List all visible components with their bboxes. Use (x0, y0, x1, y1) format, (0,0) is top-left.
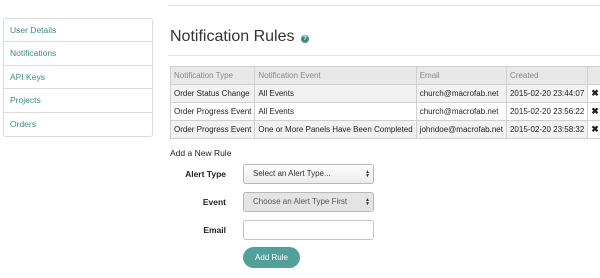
select-arrows-icon: ▲ ▼ (365, 169, 370, 179)
top-divider (168, 5, 600, 6)
help-icon[interactable]: ? (300, 35, 309, 43)
cell-email: church@macrofab.net (415, 102, 507, 121)
cell-notification-type: Order Progress Event (169, 120, 256, 139)
sidebar-item-user-details[interactable]: User Details (4, 19, 152, 43)
sidebar-item-api-keys[interactable]: API Keys (4, 66, 152, 90)
event-label: Event (202, 197, 226, 207)
cell-notification-event: One or More Panels Have Been Completed (254, 120, 417, 139)
notification-rules-table: Notification Type Notification Event Ema… (169, 66, 600, 139)
cell-notification-type: Order Status Change (169, 84, 256, 103)
cell-created: 2015-02-20 23:56:22 (505, 102, 589, 121)
table-row: Order Status Change All Events church@ma… (169, 84, 600, 103)
add-rule-button[interactable]: Add Rule (243, 247, 300, 268)
delete-icon[interactable]: ✖ (591, 124, 599, 134)
page-title-text: Notification Rules (170, 28, 295, 45)
delete-icon[interactable]: ✖ (591, 88, 599, 98)
cell-notification-event: All Events (254, 84, 417, 103)
column-header-email: Email (415, 66, 507, 85)
sidebar: User Details Notifications API Keys Proj… (3, 18, 153, 137)
table-header-row: Notification Type Notification Event Ema… (169, 66, 600, 85)
event-select-value: Choose an Alert Type First (253, 197, 348, 206)
cell-email: johndoe@macrofab.net (415, 120, 507, 139)
cell-delete: ✖ (587, 120, 600, 139)
event-select[interactable]: Choose an Alert Type First ▲ ▼ (243, 192, 374, 212)
email-input[interactable] (243, 220, 374, 240)
sidebar-item-orders[interactable]: Orders (4, 113, 152, 136)
cell-delete: ✖ (587, 102, 600, 121)
cell-created: 2015-02-20 23:44:07 (505, 84, 589, 103)
email-label: Email (203, 225, 226, 235)
column-header-notification-type: Notification Type (169, 66, 256, 85)
add-rule-heading: Add a New Rule (170, 148, 232, 158)
table-row: Order Progress Event One or More Panels … (169, 120, 600, 139)
alert-type-label: Alert Type (185, 169, 226, 179)
cell-delete: ✖ (587, 84, 600, 103)
cell-notification-type: Order Progress Event (169, 102, 256, 121)
select-arrows-icon: ▲ ▼ (365, 197, 370, 207)
sidebar-item-projects[interactable]: Projects (4, 89, 152, 113)
cell-notification-event: All Events (254, 102, 417, 121)
column-header-created: Created (505, 66, 589, 85)
cell-email: church@macrofab.net (415, 84, 507, 103)
table-row: Order Progress Event All Events church@m… (169, 102, 600, 121)
delete-icon[interactable]: ✖ (591, 106, 599, 116)
column-header-notification-event: Notification Event (254, 66, 417, 85)
column-header-actions (587, 66, 600, 85)
alert-type-select-value: Select an Alert Type... (253, 169, 331, 178)
page-title: Notification Rules ? (170, 28, 309, 46)
cell-created: 2015-02-20 23:58:32 (505, 120, 589, 139)
title-divider (168, 55, 600, 56)
sidebar-item-notifications[interactable]: Notifications (4, 42, 152, 66)
alert-type-select[interactable]: Select an Alert Type... ▲ ▼ (243, 164, 374, 184)
